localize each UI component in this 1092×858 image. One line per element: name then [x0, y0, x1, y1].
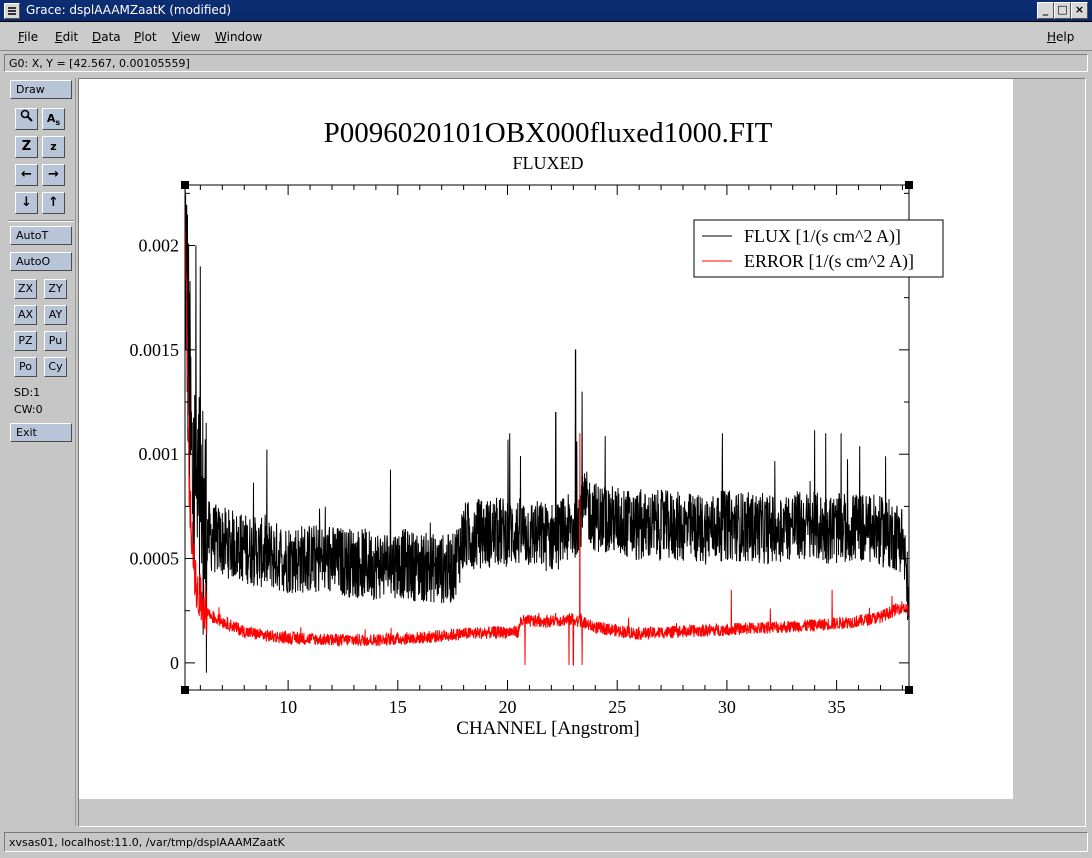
x-tick-label-10: 10: [279, 697, 297, 717]
selection-handle-0: [181, 181, 189, 189]
x-tick-label-35: 35: [828, 697, 846, 717]
legend-label-error: ERROR [1/(s cm^2 A)]: [744, 251, 914, 272]
x-tick-label-20: 20: [499, 697, 517, 717]
status-bar: xvsas01, localhost:11.0, /var/tmp/dsplAA…: [4, 832, 1088, 852]
y-tick-label-3: 0.0015: [130, 340, 180, 360]
x-tick-label-15: 15: [389, 697, 407, 717]
x-tick-label-25: 25: [608, 697, 626, 717]
y-tick-label-0: 0: [170, 653, 179, 673]
chart-title: P0096020101OBX000fluxed1000.FIT: [324, 117, 773, 149]
y-tick-label-2: 0.001: [139, 444, 180, 464]
x-tick-label-30: 30: [718, 697, 736, 717]
legend-label-flux: FLUX [1/(s cm^2 A)]: [744, 226, 901, 247]
selection-handle-1: [905, 181, 913, 189]
legend: FLUX [1/(s cm^2 A)] ERROR [1/(s cm^2 A)]: [693, 219, 944, 278]
y-tick-label-1: 0.0005: [130, 549, 180, 569]
spectrum-chart[interactable]: P0096020101OBX000fluxed1000.FIT FLUXED C…: [0, 0, 1092, 858]
selection-handle-2: [181, 686, 189, 694]
y-tick-label-4: 0.002: [139, 236, 180, 256]
selection-handle-3: [905, 686, 913, 694]
x-axis-label: CHANNEL [Angstrom]: [456, 718, 639, 739]
chart-subtitle: FLUXED: [513, 153, 584, 173]
